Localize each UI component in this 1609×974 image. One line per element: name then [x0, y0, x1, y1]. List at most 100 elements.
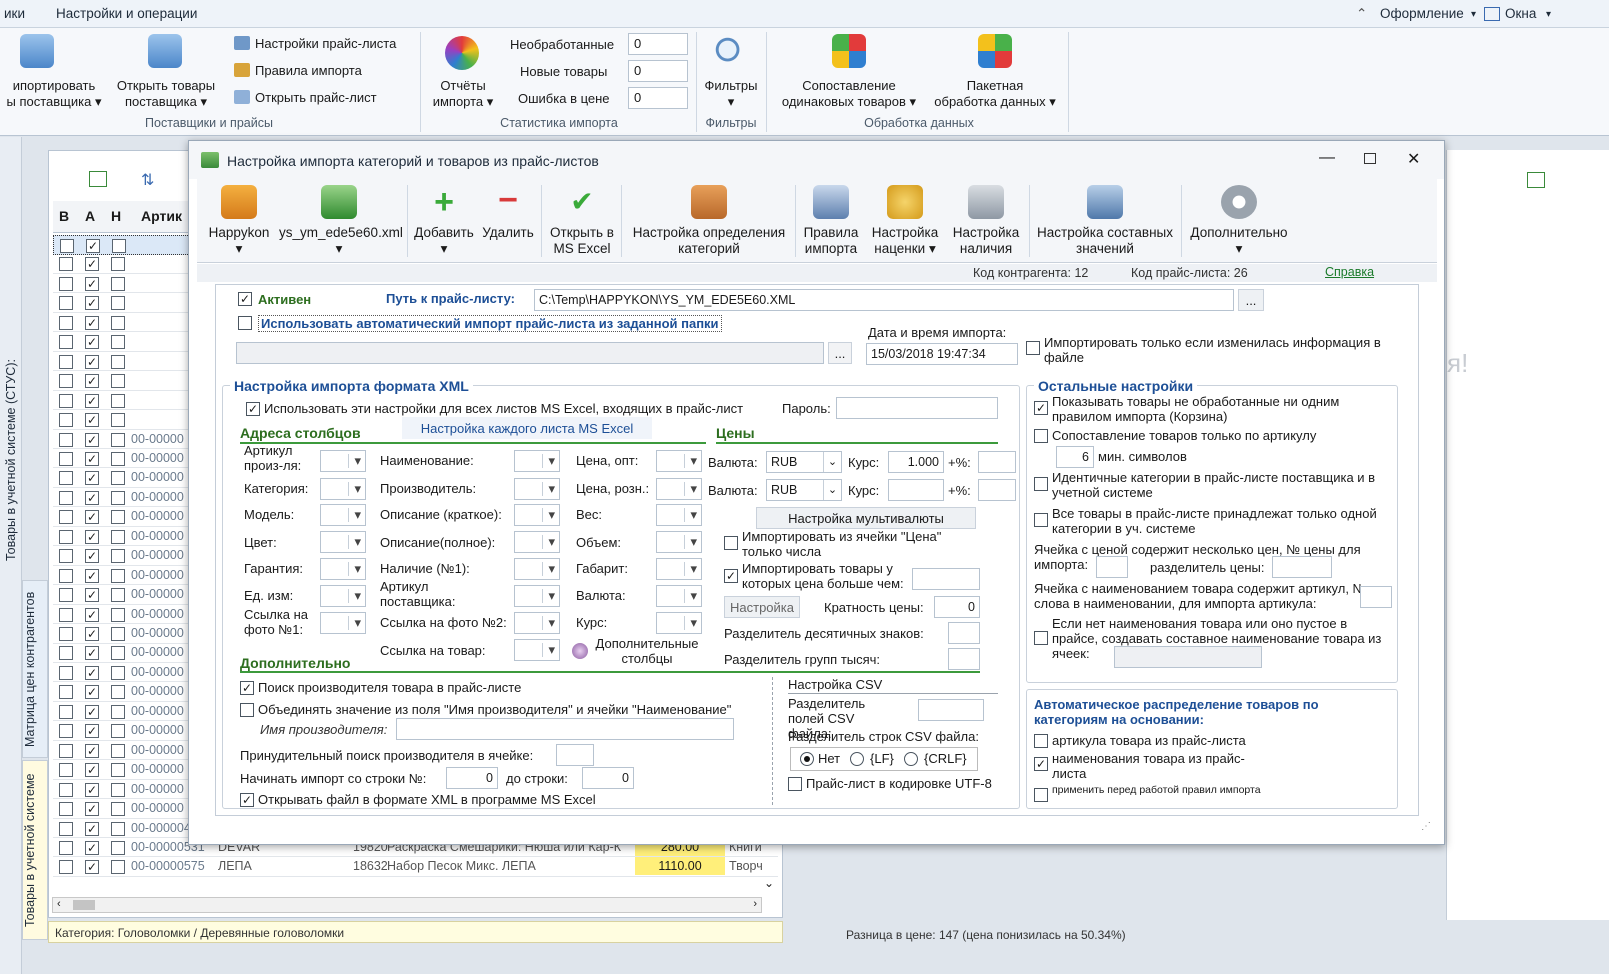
checkbox-v[interactable]	[59, 471, 73, 486]
price-greater-input[interactable]	[912, 568, 980, 590]
delete-button[interactable]: − Удалить	[479, 183, 537, 241]
add-button[interactable]: + Добавить ▾	[411, 185, 477, 257]
checkbox-a[interactable]: ✓	[85, 451, 99, 466]
pct2-input[interactable]	[978, 479, 1016, 501]
checkbox-a[interactable]: ✓	[85, 860, 99, 875]
browse-folder-button[interactable]: ...	[828, 342, 852, 364]
auto-folder-input[interactable]	[236, 342, 824, 364]
checkbox-n[interactable]	[111, 665, 125, 680]
field-warranty-dropdown[interactable]	[320, 558, 366, 580]
multiplicity-input[interactable]: 0	[934, 596, 980, 618]
checkbox-v[interactable]	[59, 588, 73, 603]
checkbox-n[interactable]	[111, 549, 125, 564]
checkbox-v[interactable]	[59, 393, 73, 408]
settings-button[interactable]: Настройка	[724, 596, 800, 618]
field-currency-dropdown[interactable]	[656, 585, 702, 607]
checkbox-a[interactable]: ✓	[85, 568, 99, 583]
datetime-input[interactable]: 15/03/2018 19:47:34	[866, 343, 1018, 365]
pct1-input[interactable]	[978, 451, 1016, 473]
checkbox-v[interactable]	[59, 704, 73, 719]
checkbox-n[interactable]	[111, 646, 125, 661]
checkbox-v[interactable]	[59, 782, 73, 797]
checkbox-a[interactable]: ✓	[85, 296, 99, 311]
markup-settings-button[interactable]: Настройка наценки ▾	[867, 185, 943, 257]
menu-item-left[interactable]: ики	[4, 6, 25, 21]
category-definition-button[interactable]: Настройка определения категорий	[625, 185, 793, 257]
field-rate-dropdown[interactable]	[656, 612, 702, 634]
field-supplier-article-dropdown[interactable]	[514, 585, 560, 607]
scroll-down-icon[interactable]: ⌄	[764, 876, 774, 890]
checkbox-n[interactable]	[111, 802, 125, 817]
availability-settings-button[interactable]: Настройка наличия	[949, 185, 1023, 257]
checkbox-n[interactable]	[111, 588, 125, 603]
field-model-dropdown[interactable]	[320, 504, 366, 526]
use-all-sheets-checkbox[interactable]: ✓	[246, 402, 260, 416]
checkbox-a[interactable]: ✓	[85, 471, 99, 486]
checkbox-a[interactable]: ✓	[85, 704, 99, 719]
checkbox-v[interactable]	[59, 451, 73, 466]
happykon-button[interactable]: Happykon ▾	[207, 185, 271, 257]
password-input[interactable]	[836, 397, 998, 419]
checkbox-n[interactable]	[111, 335, 125, 350]
maker-name-input[interactable]	[396, 718, 734, 740]
currency1-select[interactable]: RUB ⌄	[766, 451, 842, 473]
currency2-select[interactable]: RUB ⌄	[766, 479, 842, 501]
checkbox-v[interactable]	[59, 413, 73, 428]
composite-name-input[interactable]	[1114, 646, 1262, 668]
match-goods-button[interactable]: Сопоставление одинаковых товаров ▾	[772, 78, 926, 110]
checkbox-n[interactable]	[111, 627, 125, 641]
scroll-right-icon[interactable]: ›	[753, 898, 757, 910]
col-header-article[interactable]: Артик	[141, 208, 182, 224]
each-sheet-button[interactable]: Настройка каждого листа MS Excel	[402, 417, 652, 439]
sort-icon[interactable]: ⇅	[141, 170, 159, 189]
field-name-dropdown[interactable]	[514, 450, 560, 472]
import-if-changed-checkbox[interactable]	[1026, 341, 1040, 355]
checkbox-v[interactable]	[59, 432, 73, 447]
pane-icon[interactable]	[1527, 172, 1545, 188]
name-has-article-input[interactable]	[1360, 586, 1392, 608]
field-price-opt-dropdown[interactable]	[656, 450, 702, 472]
checkbox-a[interactable]: ✓	[85, 374, 99, 389]
checkbox-n[interactable]	[111, 413, 125, 428]
menu-item-settings[interactable]: Настройки и операции	[56, 6, 197, 21]
checkbox-v[interactable]	[59, 374, 73, 389]
col-header-v[interactable]: В	[59, 208, 69, 224]
checkbox-n[interactable]	[111, 315, 125, 330]
checkbox-a[interactable]: ✓	[85, 724, 99, 739]
checkbox-n[interactable]	[111, 821, 125, 836]
checkbox-v[interactable]	[59, 821, 73, 836]
dist-by-name-checkbox[interactable]: ✓	[1034, 757, 1048, 771]
checkbox-a[interactable]: ✓	[85, 646, 99, 661]
checkbox-a[interactable]: ✓	[85, 257, 99, 272]
field-category-dropdown[interactable]	[320, 478, 366, 500]
dist-by-article-checkbox[interactable]	[1034, 734, 1048, 748]
identical-categories-checkbox[interactable]	[1034, 477, 1048, 491]
checkbox-n[interactable]	[111, 685, 125, 700]
vtab-goods-accounting[interactable]: Товары в учетной системе	[22, 760, 48, 940]
checkbox-v[interactable]	[59, 315, 73, 330]
checkbox-n[interactable]	[111, 393, 125, 408]
checkbox-n[interactable]	[111, 724, 125, 739]
file-button[interactable]: ys_ym_ede5e60.xml ▾	[279, 185, 403, 257]
checkbox-v[interactable]	[59, 296, 73, 311]
checkbox-v[interactable]	[60, 239, 74, 253]
search-maker-checkbox[interactable]: ✓	[240, 681, 254, 695]
import-rules-button[interactable]: Правила импорта	[234, 63, 362, 78]
checkbox-v[interactable]	[59, 549, 73, 564]
batch-processing-button[interactable]: Пакетная обработка данных ▾	[926, 78, 1064, 110]
reports-button[interactable]: Отчёты импорта ▾	[424, 78, 502, 110]
field-desc-short-dropdown[interactable]	[514, 504, 560, 526]
checkbox-a[interactable]: ✓	[85, 782, 99, 797]
col-header-n[interactable]: Н	[111, 208, 121, 224]
checkbox-n[interactable]	[111, 782, 125, 797]
checkbox-n[interactable]	[111, 374, 125, 389]
scroll-left-icon[interactable]: ‹	[57, 898, 61, 910]
checkbox-a[interactable]: ✓	[85, 821, 99, 836]
scroll-thumb[interactable]	[73, 900, 95, 910]
checkbox-v[interactable]	[59, 840, 73, 855]
checkbox-n[interactable]	[111, 451, 125, 466]
checkbox-n[interactable]	[111, 840, 125, 855]
checkbox-v[interactable]	[59, 276, 73, 291]
open-pricelist-button[interactable]: Открыть прайс-лист	[234, 90, 377, 105]
open-goods-button[interactable]: Открыть товары поставщика ▾	[110, 78, 222, 110]
